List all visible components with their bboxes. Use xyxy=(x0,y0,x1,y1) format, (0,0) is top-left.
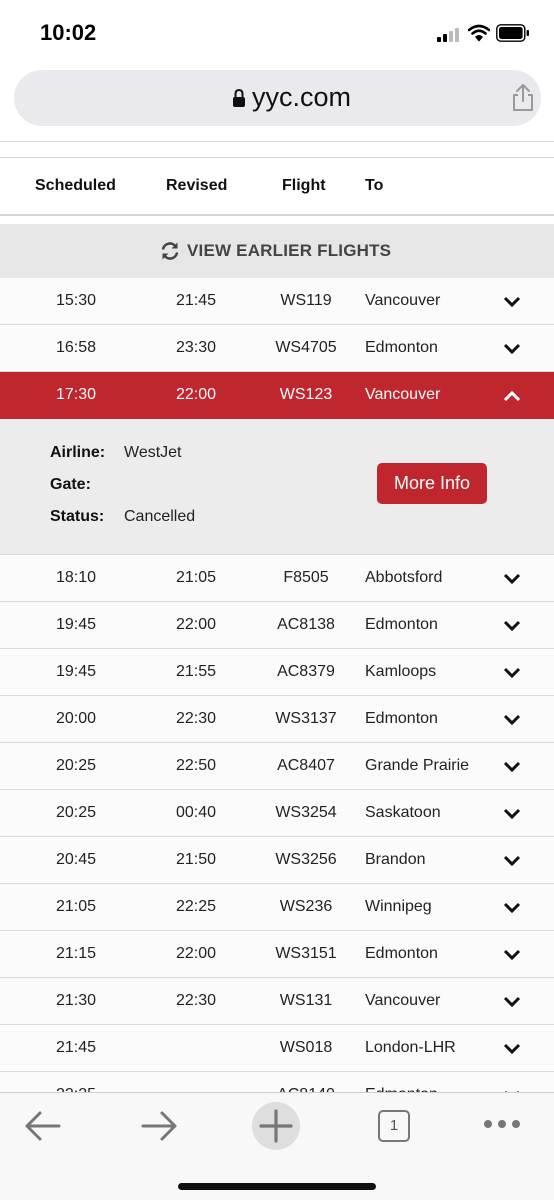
destination: Vancouver xyxy=(365,386,441,403)
view-earlier-label: VIEW EARLIER FLIGHTS xyxy=(187,241,392,260)
url-text[interactable]: yyc.com xyxy=(252,82,351,113)
flight-number: F8505 xyxy=(283,569,329,586)
home-indicator xyxy=(178,1183,376,1190)
cellular-signal-icon xyxy=(437,26,463,42)
chevron-down-icon[interactable] xyxy=(503,760,521,774)
destination: Edmonton xyxy=(365,945,438,962)
chevron-down-icon[interactable] xyxy=(503,995,521,1009)
flight-row[interactable]: 20:00 22:30 WS3137 Edmonton xyxy=(0,696,554,743)
destination: Vancouver xyxy=(365,992,441,1009)
flight-list: 15:30 21:45 WS119 Vancouver 16:58 23:30 … xyxy=(0,278,554,1119)
flight-row[interactable]: 20:45 21:50 WS3256 Brandon xyxy=(0,837,554,884)
view-earlier-flights-button[interactable]: VIEW EARLIER FLIGHTS xyxy=(0,224,554,278)
flight-number: WS4705 xyxy=(275,339,337,356)
chevron-down-icon[interactable] xyxy=(503,666,521,680)
refresh-icon xyxy=(161,242,179,260)
header-flight: Flight xyxy=(282,177,326,194)
destination: Saskatoon xyxy=(365,804,441,821)
flight-number: WS123 xyxy=(279,386,333,403)
chevron-down-icon[interactable] xyxy=(503,854,521,868)
chevron-down-icon[interactable] xyxy=(503,342,521,356)
flight-row[interactable]: 21:45 WS018 London-LHR xyxy=(0,1025,554,1072)
flight-row[interactable]: 19:45 22:00 AC8138 Edmonton xyxy=(0,602,554,649)
flight-number: WS018 xyxy=(279,1039,333,1056)
scheduled-time: 21:45 xyxy=(55,1039,97,1056)
flight-row[interactable]: 19:45 21:55 AC8379 Kamloops xyxy=(0,649,554,696)
chevron-down-icon[interactable] xyxy=(503,948,521,962)
browser-address-area: yyc.com xyxy=(0,62,554,142)
chevron-up-icon[interactable] xyxy=(503,389,521,403)
airline-value: WestJet xyxy=(124,444,182,461)
flight-number: WS119 xyxy=(280,292,332,309)
flight-number: WS3256 xyxy=(275,851,337,868)
flight-number: AC8379 xyxy=(277,663,335,680)
flight-number: WS3151 xyxy=(275,945,337,962)
flight-number: AC8138 xyxy=(277,616,335,633)
flight-row[interactable]: 21:30 22:30 WS131 Vancouver xyxy=(0,978,554,1025)
chevron-down-icon[interactable] xyxy=(503,901,521,915)
destination: Edmonton xyxy=(365,616,438,633)
flight-row[interactable]: 15:30 21:45 WS119 Vancouver xyxy=(0,278,554,325)
flight-number: WS3137 xyxy=(275,710,337,727)
wifi-icon xyxy=(468,24,490,42)
destination: Winnipeg xyxy=(365,898,432,915)
header-to: To xyxy=(365,177,384,194)
header-revised: Revised xyxy=(166,177,228,194)
flight-number: AC8407 xyxy=(277,757,335,774)
chevron-down-icon[interactable] xyxy=(503,295,521,309)
destination: Abbotsford xyxy=(365,569,443,586)
chevron-down-icon[interactable] xyxy=(503,619,521,633)
flight-row[interactable]: 21:15 22:00 WS3151 Edmonton xyxy=(0,931,554,978)
chevron-down-icon[interactable] xyxy=(503,572,521,586)
battery-icon xyxy=(496,24,529,42)
flight-details-panel: Airline: WestJet Gate: Status: Cancelled… xyxy=(0,419,554,555)
status-bar: 10:02 xyxy=(0,0,554,62)
address-bar[interactable]: yyc.com xyxy=(14,70,541,126)
destination: Grande Prairie xyxy=(365,757,470,774)
destination: Kamloops xyxy=(365,663,437,680)
status-label: Status: xyxy=(50,508,105,525)
destination: Vancouver xyxy=(365,292,441,309)
more-options-icon[interactable] xyxy=(483,1119,521,1129)
chevron-down-icon[interactable] xyxy=(503,713,521,727)
destination: London-LHR xyxy=(365,1039,456,1056)
status-value: Cancelled xyxy=(124,508,196,525)
chevron-down-icon[interactable] xyxy=(503,1042,521,1056)
back-arrow-icon[interactable] xyxy=(24,1110,62,1142)
status-time: 10:02 xyxy=(40,20,97,45)
flight-row[interactable]: 18:10 21:05 F8505 Abbotsford xyxy=(0,555,554,602)
destination: Edmonton xyxy=(365,710,438,727)
forward-arrow-icon[interactable] xyxy=(140,1110,178,1142)
destination: Brandon xyxy=(365,851,426,868)
lock-icon xyxy=(233,88,245,107)
flight-row-selected[interactable]: 17:30 22:00 WS123 Vancouver xyxy=(0,372,554,419)
flight-number: WS236 xyxy=(279,898,333,915)
flight-row[interactable]: 20:25 00:40 WS3254 Saskatoon xyxy=(0,790,554,837)
tab-count-button[interactable]: 1 xyxy=(378,1110,410,1142)
more-info-button[interactable]: More Info xyxy=(377,463,487,504)
destination: Edmonton xyxy=(365,339,438,356)
airline-label: Airline: xyxy=(50,444,106,461)
table-header: Scheduled Revised Flight To xyxy=(0,158,554,216)
gate-label: Gate: xyxy=(50,476,91,493)
header-scheduled: Scheduled xyxy=(35,177,116,194)
new-tab-icon[interactable] xyxy=(251,1101,301,1151)
flight-number: WS3254 xyxy=(275,804,337,821)
section-divider xyxy=(0,142,554,158)
flight-row[interactable]: 16:58 23:30 WS4705 Edmonton xyxy=(0,325,554,372)
flight-number: WS131 xyxy=(279,992,333,1009)
share-icon[interactable] xyxy=(510,82,536,112)
flight-row[interactable]: 20:25 22:50 AC8407 Grande Prairie xyxy=(0,743,554,790)
chevron-down-icon[interactable] xyxy=(503,807,521,821)
flight-row[interactable]: 21:05 22:25 WS236 Winnipeg xyxy=(0,884,554,931)
